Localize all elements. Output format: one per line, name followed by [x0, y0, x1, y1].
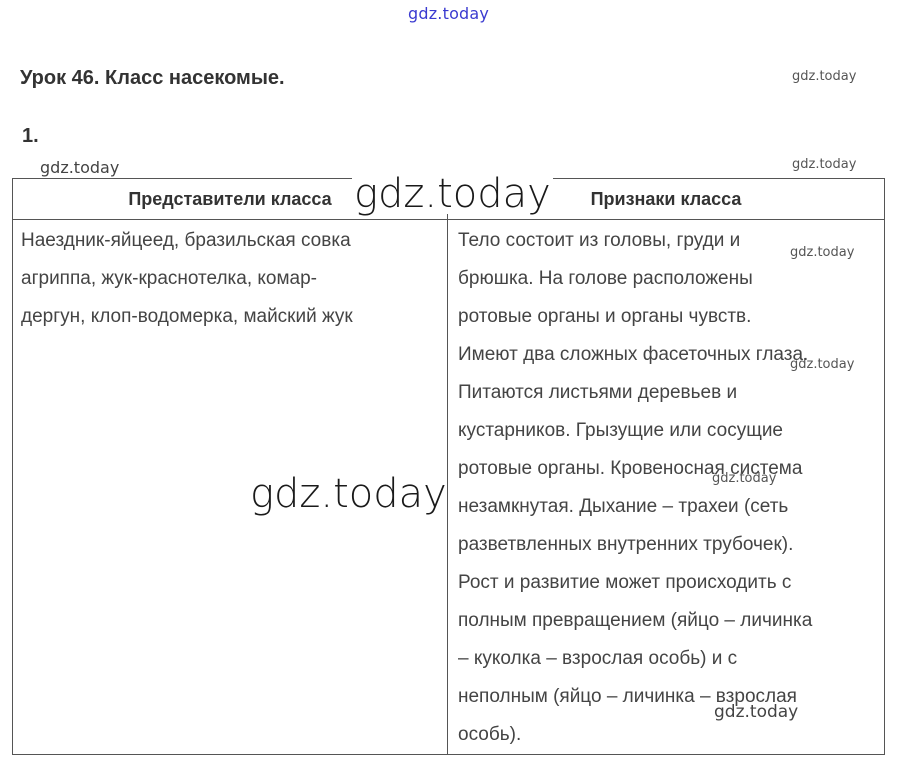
answer-table: Представители класса Признаки класса Нае… — [12, 178, 885, 755]
watermark-large: gdz.today — [250, 471, 447, 517]
page-title: Урок 46. Класс насекомые. — [20, 67, 285, 89]
text-line: разветвленных внутренних трубочек). — [458, 534, 794, 555]
watermark-large: gdz.today — [352, 171, 553, 217]
watermark: gdz.today — [40, 158, 120, 177]
text-line: брюшка. На голове расположены — [458, 268, 753, 289]
watermark: gdz.today — [714, 702, 799, 722]
text-line: неполным (яйцо – личинка – взрослая — [458, 686, 797, 707]
text-line: ротовые органы и органы чувств. — [458, 306, 752, 327]
watermark-top: gdz.today — [408, 4, 490, 23]
text-line: дергун, клоп-водомерка, майский жук — [21, 306, 353, 327]
text-line: Питаются листьями деревьев и — [458, 382, 738, 403]
watermark: gdz.today — [792, 69, 857, 84]
text-line: кустарников. Грызущие или сосущие — [458, 420, 784, 441]
features-text: Тело состоит из головы, груди и брюшка. … — [448, 220, 884, 754]
task-number: 1. — [22, 125, 39, 147]
watermark: gdz.today — [790, 245, 855, 260]
text-line: незамкнутая. Дыхание – трахеи (сеть — [458, 496, 789, 517]
text-line: особь). — [458, 724, 522, 745]
watermark: gdz.today — [712, 471, 777, 486]
text-line: – куколка – взрослая особь) и с — [458, 648, 738, 669]
text-line: полным превращением (яйцо – личинка — [458, 610, 813, 631]
text-line: агриппа, жук-краснотелка, комар- — [21, 268, 318, 289]
cell-features: Тело состоит из головы, груди и брюшка. … — [447, 219, 885, 755]
watermark: gdz.today — [790, 357, 855, 372]
text-line: Наездник-яйцеед, бразильская совка — [21, 230, 351, 251]
representatives-text: Наездник-яйцеед, бразильская совка агрип… — [13, 220, 447, 336]
text-line: ротовые органы. Кровеносная система — [458, 458, 803, 479]
watermark: gdz.today — [792, 157, 857, 172]
text-line: Рост и развитие может происходить с — [458, 572, 792, 593]
